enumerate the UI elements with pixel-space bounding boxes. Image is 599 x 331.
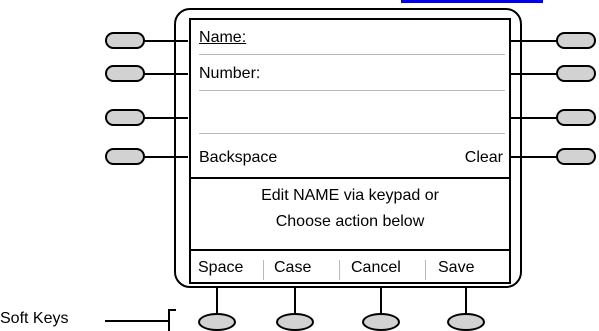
softkey-label-save[interactable]: Save bbox=[438, 256, 474, 280]
left-line-key-2[interactable] bbox=[105, 65, 145, 82]
softkey-stem bbox=[380, 288, 382, 314]
key-connector bbox=[511, 73, 557, 75]
divider bbox=[199, 54, 505, 55]
softkey-label-cancel[interactable]: Cancel bbox=[351, 256, 401, 280]
left-line-key-4[interactable] bbox=[105, 148, 145, 165]
prompt-line-2: Choose action below bbox=[275, 213, 425, 230]
softkey-save[interactable] bbox=[447, 313, 485, 331]
name-field-label[interactable]: Name: bbox=[199, 28, 246, 48]
right-line-key-2[interactable] bbox=[556, 65, 596, 82]
softkey-stem bbox=[465, 288, 467, 314]
right-line-key-3[interactable] bbox=[556, 109, 596, 126]
key-connector bbox=[511, 40, 557, 42]
divider bbox=[199, 133, 505, 134]
softkey-stem bbox=[294, 288, 296, 314]
key-connector bbox=[144, 40, 188, 42]
key-connector bbox=[511, 156, 557, 158]
right-line-key-4[interactable] bbox=[556, 148, 596, 165]
name-label-text: Name: bbox=[199, 29, 247, 46]
right-line-key-1[interactable] bbox=[556, 32, 596, 49]
key-connector bbox=[511, 117, 557, 119]
clear-action[interactable]: Clear bbox=[465, 148, 503, 168]
softkey-label-case[interactable]: Case bbox=[274, 256, 311, 280]
caption-bracket bbox=[168, 309, 170, 331]
softkey-label-bar: Space Case Cancel Save bbox=[191, 256, 509, 280]
soft-keys-caption: Soft Keys bbox=[0, 310, 69, 327]
left-line-key-3[interactable] bbox=[105, 109, 145, 126]
prompt-line-1: Edit NAME via keypad or bbox=[261, 187, 439, 204]
left-line-key-1[interactable] bbox=[105, 32, 145, 49]
caption-bracket-top bbox=[168, 309, 176, 311]
link-underline bbox=[401, 0, 543, 3]
divider bbox=[199, 90, 505, 91]
key-connector bbox=[144, 117, 188, 119]
softkey-label-space[interactable]: Space bbox=[198, 256, 243, 280]
softkey-cancel[interactable] bbox=[362, 313, 400, 331]
softkey-stem bbox=[216, 288, 218, 314]
softkey-divider bbox=[425, 260, 426, 280]
prompt-message-box: Edit NAME via keypad or Choose action be… bbox=[191, 177, 509, 251]
softkey-case[interactable] bbox=[276, 313, 314, 331]
softkey-divider bbox=[263, 260, 264, 280]
key-connector bbox=[144, 73, 188, 75]
caption-leader-line bbox=[105, 320, 169, 322]
phone-display: Name: Number: Backspace Clear Edit NAME … bbox=[189, 18, 511, 284]
backspace-action[interactable]: Backspace bbox=[199, 148, 277, 168]
key-connector bbox=[144, 156, 188, 158]
softkey-space[interactable] bbox=[198, 313, 236, 331]
softkey-divider bbox=[339, 260, 340, 280]
number-field-label[interactable]: Number: bbox=[199, 64, 260, 84]
